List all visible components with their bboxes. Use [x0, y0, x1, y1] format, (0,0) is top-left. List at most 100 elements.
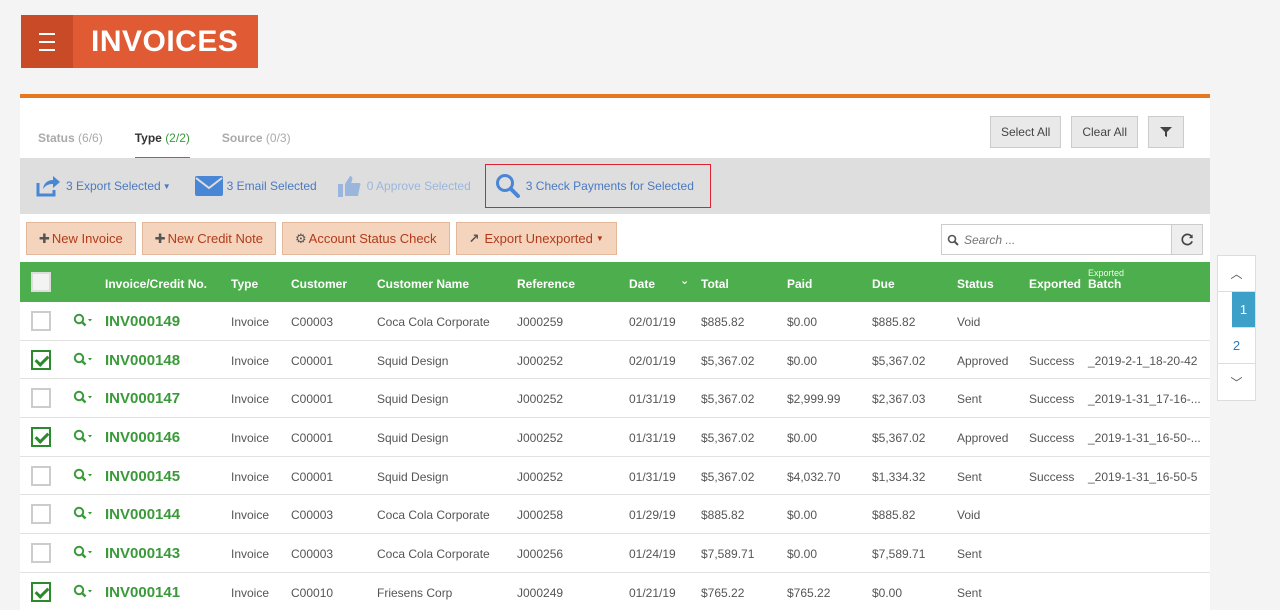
new-invoice-button[interactable]: ✚ New Invoice	[26, 222, 136, 255]
tab-type-label: Type	[134, 131, 162, 145]
view-dropdown-icon[interactable]	[73, 352, 93, 369]
invoice-number-link[interactable]: INV000146	[105, 429, 180, 446]
view-dropdown-icon[interactable]	[73, 584, 93, 601]
view-dropdown-icon[interactable]	[73, 313, 93, 330]
check-payments-button[interactable]: 3 Check Payments for Selected	[484, 164, 711, 208]
cell-due: $885.82	[872, 315, 916, 329]
row-checkbox[interactable]	[31, 465, 51, 486]
cell-due: $2,367.03	[872, 392, 926, 407]
select-all-button[interactable]: Select All	[989, 116, 1062, 148]
col-customer[interactable]: Customer	[291, 277, 347, 291]
tab-source-label: Source	[221, 131, 263, 145]
thumbs-up-icon	[335, 173, 363, 199]
cell-batch: _2019-1-31_16-50-...	[1088, 431, 1201, 446]
page-down-button[interactable]: ﹀	[1218, 364, 1255, 400]
cell-due: $5,367.02	[872, 431, 926, 446]
cell-paid: $0.00	[787, 508, 818, 523]
cell-batch: _2019-1-31_17-16-...	[1088, 392, 1201, 407]
share-export-icon	[34, 173, 62, 199]
view-dropdown-icon[interactable]	[73, 468, 93, 485]
select-all-checkbox[interactable]	[31, 272, 51, 292]
col-total[interactable]: Total	[701, 277, 729, 291]
cell-status: Void	[957, 508, 981, 523]
col-paid[interactable]: Paid	[787, 277, 812, 291]
cell-exported: Success	[1029, 353, 1075, 368]
row-checkbox[interactable]	[31, 581, 51, 602]
col-batch[interactable]: Batch	[1088, 277, 1121, 291]
cell-status: Sent	[957, 392, 982, 407]
cell-name: Friesens Corp	[377, 585, 453, 600]
view-dropdown-icon[interactable]	[73, 545, 93, 562]
clear-all-button[interactable]: Clear All	[1071, 116, 1138, 148]
check-payments-label: 3 Check Payments for Selected	[525, 179, 694, 193]
approve-selected-button[interactable]: 0 Approve Selected	[335, 173, 471, 199]
account-status-label: Account Status Check	[308, 231, 437, 246]
cell-total: $5,367.02	[701, 469, 755, 484]
row-checkbox[interactable]	[31, 388, 51, 409]
page-1-button[interactable]: 1	[1232, 292, 1255, 328]
account-status-check-button[interactable]: ⚙ Account Status Check	[282, 222, 450, 255]
cell-batch: _2019-1-31_16-50-5	[1088, 469, 1198, 484]
table-row[interactable]: INV000147 Invoice C00001 Squid Design J00025…	[20, 379, 1210, 419]
table-row[interactable]: INV000144 Invoice C00003 Coca Cola Corporat…	[20, 495, 1210, 535]
col-due[interactable]: Due	[872, 277, 895, 291]
table-row[interactable]: INV000149 Invoice C00003 Coca Cola Corporat…	[20, 302, 1210, 341]
invoice-number-link[interactable]: INV000144	[105, 506, 180, 523]
cell-total: $765.22	[701, 585, 745, 600]
tab-type-count: (2/2)	[165, 131, 190, 145]
row-checkbox[interactable]	[31, 311, 51, 331]
filter-button[interactable]	[1148, 116, 1184, 148]
table-row[interactable]: INV000146 Invoice C00001 Squid Design J00025…	[20, 418, 1210, 457]
invoice-number-link[interactable]: INV000147	[105, 390, 180, 407]
export-selected-button[interactable]: 3 Export Selected ▼	[34, 173, 171, 199]
new-credit-note-button[interactable]: ✚ New Credit Note	[141, 222, 276, 255]
hamburger-menu-button[interactable]	[21, 15, 73, 68]
page-2-button[interactable]: 2	[1218, 328, 1255, 364]
search-input[interactable]	[964, 225, 1171, 254]
invoice-number-link[interactable]: INV000145	[105, 468, 180, 485]
cell-name: Squid Design	[377, 353, 449, 368]
cell-total: $5,367.02	[701, 353, 755, 368]
view-dropdown-icon[interactable]	[73, 390, 93, 407]
invoice-number-link[interactable]: INV000143	[105, 545, 180, 562]
col-type[interactable]: Type	[231, 277, 258, 291]
col-date[interactable]: Date	[629, 277, 655, 291]
export-unexported-label: Export Unexported	[484, 231, 593, 246]
cell-ref: J000252	[517, 353, 564, 368]
col-exported[interactable]: Exported	[1029, 277, 1081, 291]
col-status[interactable]: Status	[957, 277, 994, 291]
tab-status-count: (6/6)	[78, 131, 103, 145]
refresh-button[interactable]	[1171, 225, 1202, 254]
row-checkbox[interactable]	[31, 349, 51, 370]
invoice-number-link[interactable]: INV000148	[105, 352, 180, 369]
tab-status[interactable]: Status (6/6)	[38, 131, 103, 159]
email-selected-button[interactable]: 3 Email Selected	[194, 173, 317, 199]
table-row[interactable]: INV000145 Invoice C00001 Squid Design J00025…	[20, 457, 1210, 496]
page-up-button[interactable]: ︿	[1218, 256, 1255, 292]
cell-type: Invoice	[231, 315, 270, 329]
invoice-number-link[interactable]: INV000149	[105, 313, 180, 330]
invoices-panel: Status (6/6) Type (2/2) Source (0/3) Sel…	[20, 94, 1210, 610]
table-row[interactable]: INV000148 Invoice C00001 Squid Design J00025…	[20, 341, 1210, 380]
tab-source[interactable]: Source (0/3)	[222, 131, 291, 159]
cell-ref: J000249	[517, 585, 564, 600]
export-unexported-button[interactable]: ↗ Export Unexported ▼	[455, 222, 617, 255]
table-row[interactable]: INV000143 Invoice C00003 Coca Cola Corporat…	[20, 534, 1210, 573]
table-row[interactable]: INV000141 Invoice C00010 Friesens Corp J0002…	[20, 573, 1210, 610]
view-dropdown-icon[interactable]	[73, 429, 93, 446]
cell-paid: $0.00	[787, 431, 818, 446]
tab-type[interactable]: Type (2/2)	[134, 131, 190, 159]
view-dropdown-icon[interactable]	[73, 506, 93, 523]
col-invoice-no[interactable]: Invoice/Credit No.	[105, 277, 207, 291]
app-header: INVOICES	[21, 15, 258, 68]
row-checkbox[interactable]	[31, 504, 51, 525]
cell-type: Invoice	[231, 469, 270, 484]
row-checkbox[interactable]	[31, 427, 51, 448]
cell-date: 01/24/19	[629, 547, 676, 562]
col-reference[interactable]: Reference	[517, 277, 575, 291]
cell-name: Coca Cola Corporate	[377, 508, 490, 523]
cell-ref: J000252	[517, 431, 564, 446]
col-customer-name[interactable]: Customer Name	[377, 277, 469, 291]
row-checkbox[interactable]	[31, 543, 51, 564]
invoice-number-link[interactable]: INV000141	[105, 584, 180, 601]
